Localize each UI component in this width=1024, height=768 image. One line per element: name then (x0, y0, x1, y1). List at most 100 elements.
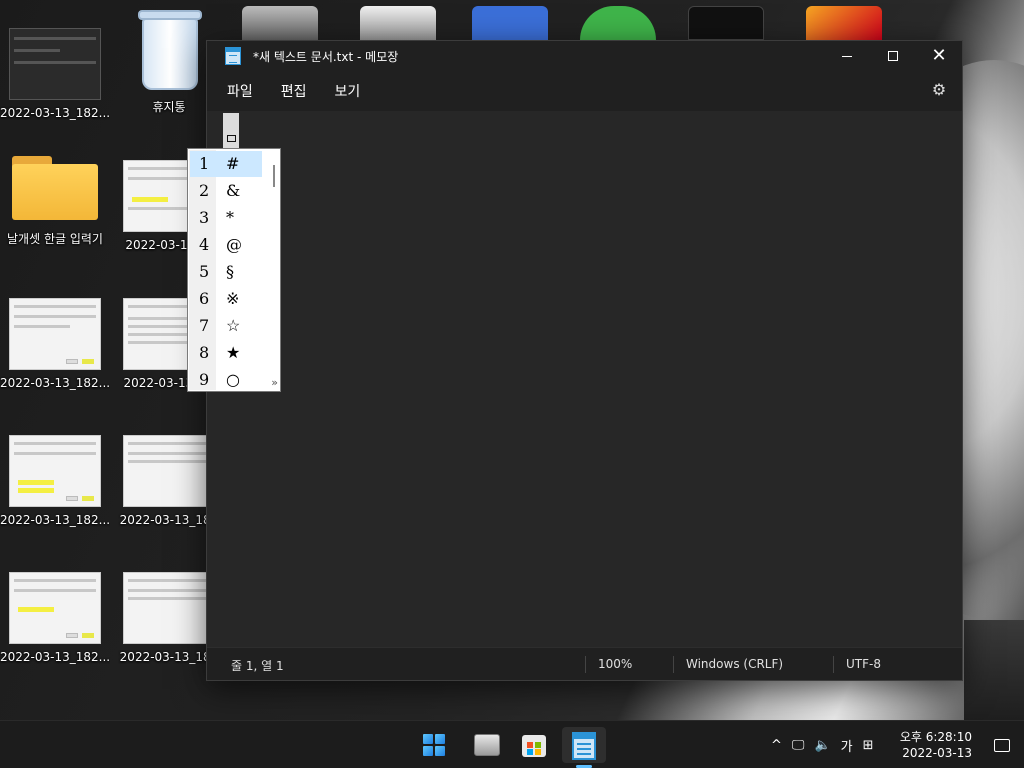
menu-edit[interactable]: 편집 (267, 81, 321, 101)
show-hidden-icons-chevron[interactable]: ^ (771, 738, 782, 753)
desktop-app-icon[interactable] (242, 6, 318, 40)
candidate-char: ※ (226, 289, 240, 308)
desktop-icon-screenshot[interactable]: 2022-03-13_182... (0, 298, 110, 390)
candidate-item[interactable]: 5 § (190, 259, 262, 285)
gear-icon[interactable]: ⚙ (930, 81, 948, 99)
folder-icon (12, 156, 98, 220)
system-tray: ^ 🖵 🔈 가 ⊞ (766, 721, 879, 768)
desktop-icon-screenshot[interactable]: 2022-03-13_182... (0, 435, 110, 527)
ime-mode-indicator[interactable]: 가 (841, 736, 853, 755)
ime-composition-cursor (223, 113, 239, 149)
status-bar: 줄 1, 열 1 100% Windows (CRLF) UTF-8 (207, 647, 962, 680)
desktop-app-icon[interactable] (806, 6, 882, 40)
candidate-item[interactable]: 9 ○ (190, 367, 262, 393)
clock[interactable]: 오후 6:28:10 2022-03-13 (900, 729, 972, 761)
desktop-icon-label: 2022-03-13_182... (0, 650, 110, 664)
minimize-button[interactable] (824, 41, 870, 71)
microsoft-store-button[interactable] (516, 727, 552, 763)
screenshot-thumbnail (9, 298, 101, 370)
desktop-icon-label: 2022-03-13_182... (0, 106, 110, 120)
candidate-number: 9 (199, 370, 210, 389)
candidate-number: 7 (199, 316, 210, 335)
recycle-bin-icon (134, 8, 204, 92)
candidate-item[interactable]: 7 ☆ (190, 313, 262, 339)
candidate-item[interactable]: 1 # (190, 151, 262, 177)
candidate-item[interactable]: 3 * (190, 205, 262, 231)
window-title: *새 텍스트 문서.txt - 메모장 (253, 49, 399, 64)
composing-character (227, 135, 236, 142)
desktop-app-icon[interactable] (472, 6, 548, 40)
network-icon[interactable]: 🖵 (792, 738, 805, 753)
clock-date: 2022-03-13 (902, 746, 972, 760)
maximize-button[interactable] (870, 41, 916, 71)
candidate-number: 1 (199, 154, 210, 173)
candidate-number: 5 (199, 262, 210, 281)
status-zoom: 100% (598, 657, 633, 671)
screenshot-thumbnail (9, 28, 101, 100)
status-line-column: 줄 1, 열 1 (231, 659, 284, 673)
candidate-char: ☆ (226, 316, 241, 335)
screenshot-thumbnail (9, 435, 101, 507)
notepad-icon (572, 732, 596, 760)
expand-candidates-button[interactable]: » (271, 376, 278, 389)
start-button[interactable] (416, 727, 452, 763)
status-line-ending: Windows (CRLF) (686, 657, 784, 671)
store-icon (522, 735, 546, 757)
file-explorer-icon (474, 734, 500, 756)
desktop-icon-label: 날개셋 한글 입력기 (7, 232, 103, 246)
candidate-number: 4 (199, 235, 210, 254)
screenshot-thumbnail (9, 572, 101, 644)
desktop-icon-label: 2022-03-13_182... (0, 513, 110, 527)
file-explorer-button[interactable] (468, 727, 504, 763)
notepad-taskbar-button[interactable] (562, 727, 606, 763)
desktop-icon-label: 2022-03-13_182... (0, 376, 110, 390)
game-controller-icon[interactable] (360, 6, 436, 40)
taskbar: ^ 🖵 🔈 가 ⊞ 오후 6:28:10 2022-03-13 (0, 720, 1024, 768)
candidate-char: ○ (226, 370, 240, 389)
desktop-icon-screenshot[interactable]: 2022-03-13_182... (0, 28, 110, 120)
candidate-item[interactable]: 8 ★ (190, 340, 262, 366)
windows-logo-icon (423, 734, 445, 756)
text-editor[interactable] (207, 111, 962, 647)
ime-keyboard-icon[interactable]: ⊞ (863, 738, 874, 753)
screenshot-thumbnail (123, 572, 215, 644)
candidate-number: 3 (199, 208, 210, 227)
menu-bar: 파일 편집 보기 ⚙ (207, 71, 962, 111)
candidate-number: 2 (199, 181, 210, 200)
menu-view[interactable]: 보기 (321, 81, 375, 101)
close-button[interactable]: ✕ (916, 41, 962, 71)
candidate-number: 6 (199, 289, 210, 308)
candidate-char: ★ (226, 343, 241, 362)
notification-icon[interactable] (994, 739, 1010, 752)
candidate-char: @ (226, 235, 242, 254)
status-divider (673, 656, 674, 673)
candidate-item[interactable]: 6 ※ (190, 286, 262, 312)
candidate-item[interactable]: 2 & (190, 178, 262, 204)
status-divider (833, 656, 834, 673)
close-icon: ✕ (931, 45, 947, 66)
desktop-icon-folder[interactable]: 날개셋 한글 입력기 (0, 152, 110, 247)
notepad-window[interactable]: *새 텍스트 문서.txt - 메모장 ✕ 파일 편집 보기 ⚙ 줄 1, 열 … (206, 40, 963, 681)
volume-icon[interactable]: 🔈 (814, 738, 830, 753)
candidate-char: * (226, 208, 234, 227)
candidate-number: 8 (199, 343, 210, 362)
title-bar[interactable]: *새 텍스트 문서.txt - 메모장 ✕ (207, 41, 962, 71)
ime-candidate-list[interactable]: 1 # 2 & 3 * 4 @ 5 § 6 ※ 7 ☆ 8 ★ 9 ○ » (187, 148, 281, 392)
candidate-scrollbar[interactable] (273, 165, 275, 187)
clock-time: 오후 6:28:10 (899, 730, 972, 744)
desktop-app-icon[interactable] (688, 6, 764, 40)
desktop-icon-screenshot[interactable]: 2022-03-13_182... (0, 572, 110, 664)
menu-file[interactable]: 파일 (213, 81, 267, 101)
maximize-icon (888, 51, 898, 61)
status-encoding: UTF-8 (846, 657, 881, 671)
candidate-char: § (226, 262, 234, 281)
screenshot-thumbnail (123, 435, 215, 507)
candidate-char: & (226, 181, 241, 200)
wallpaper-shadow (964, 620, 1024, 720)
notepad-icon (225, 47, 241, 65)
xbox-icon[interactable] (580, 6, 656, 40)
candidate-item[interactable]: 4 @ (190, 232, 262, 258)
status-divider (585, 656, 586, 673)
window-controls: ✕ (824, 41, 962, 71)
candidate-char: # (226, 154, 240, 173)
